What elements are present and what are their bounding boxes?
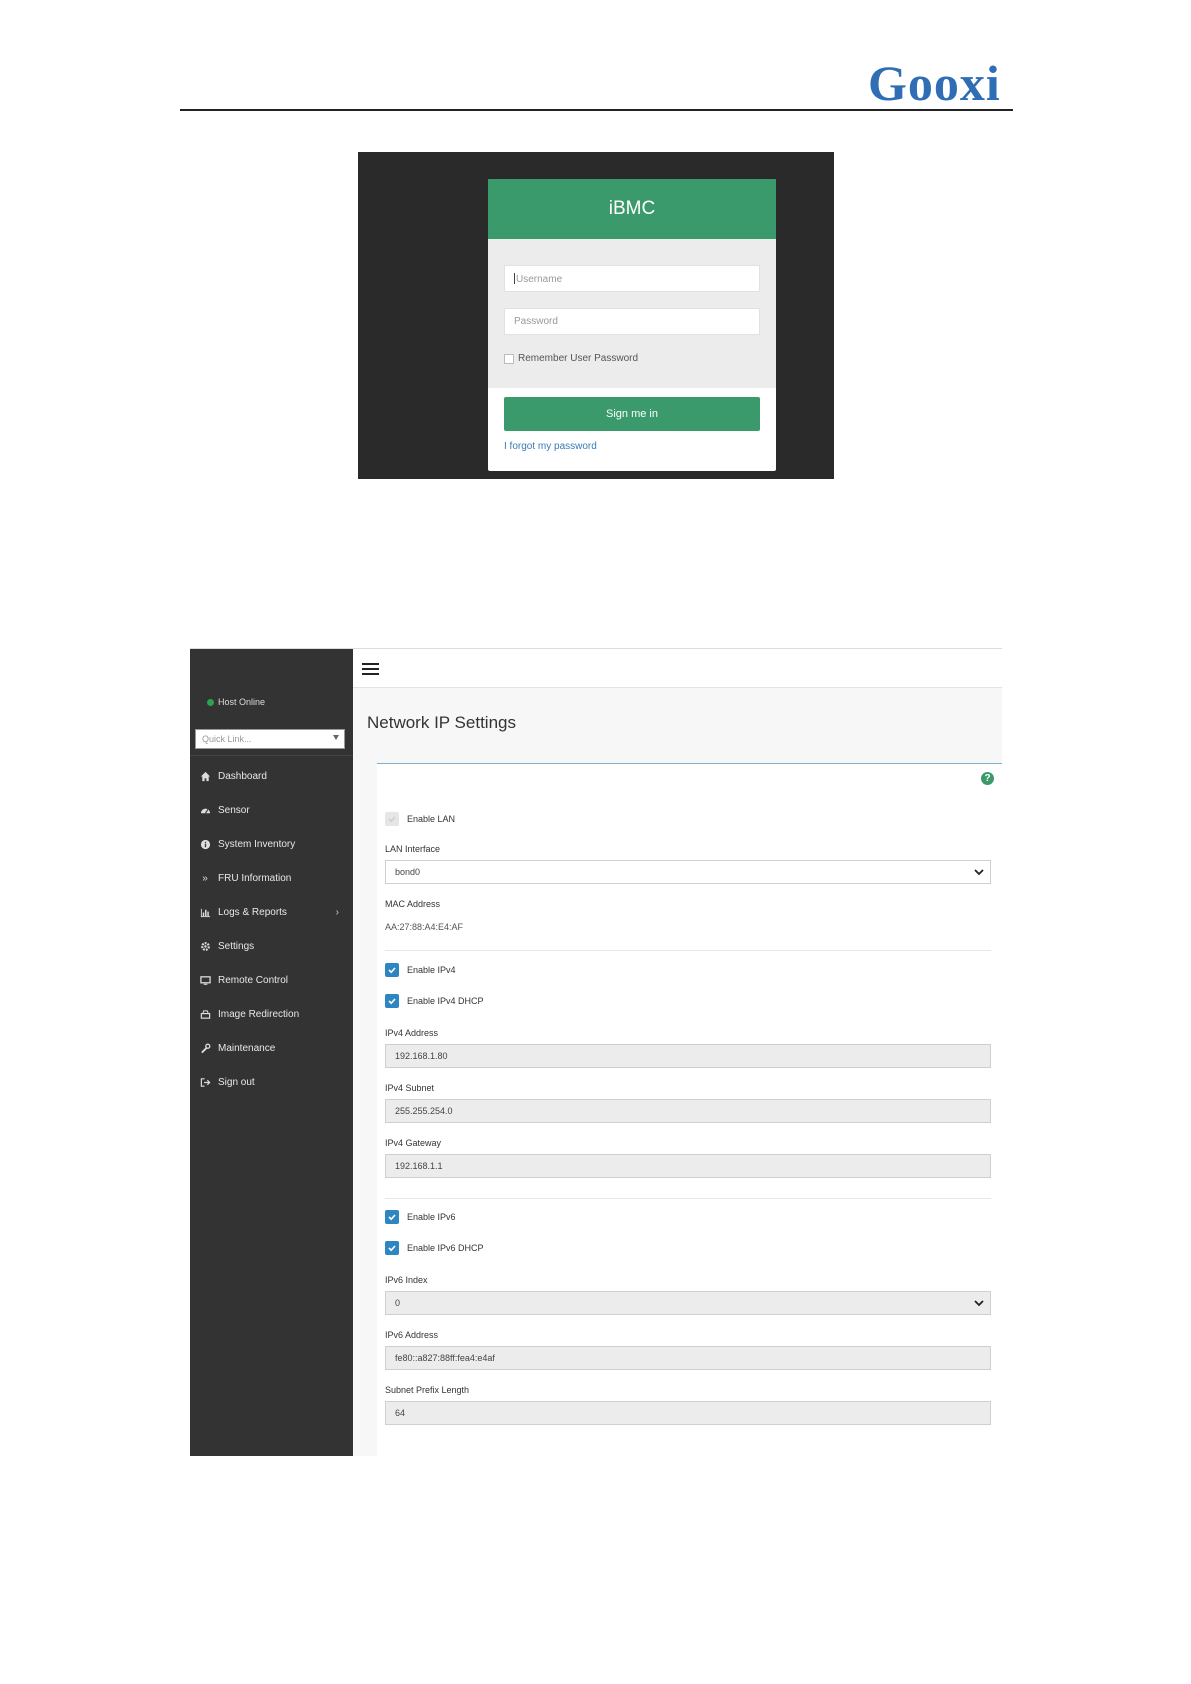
enable-lan-toggle[interactable]: Enable LAN xyxy=(385,812,455,826)
top-bar xyxy=(353,649,1002,688)
sidebar-item-dashboard[interactable]: Dashboard xyxy=(190,759,353,793)
ipv6-index-select[interactable]: 0 xyxy=(385,1291,991,1315)
sidebar-item-sensor[interactable]: Sensor xyxy=(190,793,353,827)
login-form-body: Username Password Remember User Password xyxy=(488,239,776,388)
ipv4-address-field[interactable]: 192.168.1.80 xyxy=(385,1044,991,1068)
double-chevron-icon: » xyxy=(202,872,208,884)
sidebar-item-settings[interactable]: Settings xyxy=(190,929,353,963)
enable-ipv4-dhcp-toggle[interactable]: Enable IPv4 DHCP xyxy=(385,994,484,1008)
enable-ipv4-toggle[interactable]: Enable IPv4 xyxy=(385,963,456,977)
sidebar-item-label: Sign out xyxy=(218,1076,255,1088)
ipv6-index-value: 0 xyxy=(395,1298,401,1308)
username-input[interactable]: Username xyxy=(504,265,760,292)
sidebar-item-label: Sensor xyxy=(218,804,250,816)
lan-interface-value: bond0 xyxy=(395,867,421,877)
mac-address-label: MAC Address xyxy=(385,899,441,909)
chevron-down-icon xyxy=(974,1300,984,1307)
hamburger-menu-icon[interactable] xyxy=(362,663,379,678)
sidebar-item-system-inventory[interactable]: System Inventory xyxy=(190,827,353,861)
enable-ipv6-checkbox[interactable] xyxy=(385,1210,399,1224)
help-icon[interactable]: ? xyxy=(981,772,994,785)
enable-ipv4-dhcp-checkbox[interactable] xyxy=(385,994,399,1008)
chevron-down-icon xyxy=(974,869,984,876)
quick-link-placeholder: Quick Link... xyxy=(202,734,252,744)
enable-ipv6-dhcp-toggle[interactable]: Enable IPv6 DHCP xyxy=(385,1241,484,1255)
subnet-prefix-field[interactable]: 64 xyxy=(385,1401,991,1425)
login-title: iBMC xyxy=(488,179,776,239)
sidebar-item-logs-reports[interactable]: Logs & Reports › xyxy=(190,895,353,929)
ipv4-subnet-field[interactable]: 255.255.254.0 xyxy=(385,1099,991,1123)
sidebar-item-label: Maintenance xyxy=(218,1042,276,1054)
lan-interface-select[interactable]: bond0 xyxy=(385,860,991,884)
sidebar-item-sign-out[interactable]: Sign out xyxy=(190,1065,353,1099)
chevron-right-icon: › xyxy=(335,906,339,918)
enable-ipv6-dhcp-checkbox[interactable] xyxy=(385,1241,399,1255)
gooxi-logo: Gooxi xyxy=(868,55,1001,111)
enable-ipv6-toggle[interactable]: Enable IPv6 xyxy=(385,1210,456,1224)
sign-out-icon xyxy=(199,1076,211,1088)
sidebar-item-remote-control[interactable]: Remote Control xyxy=(190,963,353,997)
ipv6-index-label: IPv6 Index xyxy=(385,1275,428,1285)
sidebar-item-fru-information[interactable]: » FRU Information xyxy=(190,861,353,895)
forgot-password-link[interactable]: I forgot my password xyxy=(504,441,597,452)
sidebar-item-label: FRU Information xyxy=(218,872,292,884)
info-icon xyxy=(199,838,211,850)
enable-ipv6-dhcp-label: Enable IPv6 DHCP xyxy=(407,1243,484,1253)
mac-address-value: AA:27:88:A4:E4:AF xyxy=(385,922,464,932)
sidebar-item-label: Image Redirection xyxy=(218,1008,300,1020)
password-placeholder: Password xyxy=(514,316,558,327)
remember-label: Remember User Password xyxy=(518,353,639,364)
bar-chart-icon xyxy=(199,906,211,918)
sidebar-item-label: Remote Control xyxy=(218,974,289,986)
login-screenshot: iBMC Username Password Remember User Pas… xyxy=(358,152,834,479)
sidebar-item-label: Dashboard xyxy=(218,770,267,782)
status-dot-icon xyxy=(207,698,214,706)
sidebar-divider xyxy=(190,755,353,756)
ipv4-gateway-label: IPv4 Gateway xyxy=(385,1138,442,1148)
sign-in-button[interactable]: Sign me in xyxy=(504,397,760,431)
enable-lan-checkbox[interactable] xyxy=(385,812,399,826)
remember-checkbox[interactable] xyxy=(504,353,514,364)
text-caret xyxy=(514,273,515,284)
home-icon xyxy=(199,770,211,782)
login-card: iBMC Username Password Remember User Pas… xyxy=(488,179,776,471)
sidebar: Host Online Quick Link... Dashboard Sens… xyxy=(190,649,353,1456)
section-divider xyxy=(385,950,991,951)
sidebar-nav: Dashboard Sensor System Inventory » FRU … xyxy=(190,759,353,1099)
sidebar-item-maintenance[interactable]: Maintenance xyxy=(190,1031,353,1065)
dropdown-arrow-icon xyxy=(333,735,339,740)
host-status-label: Host Online xyxy=(218,697,266,707)
enable-ipv4-label: Enable IPv4 xyxy=(407,965,456,975)
sidebar-item-label: System Inventory xyxy=(218,838,296,850)
ipv6-address-field[interactable]: fe80::a827:88ff:fea4:e4af xyxy=(385,1346,991,1370)
enable-ipv4-checkbox[interactable] xyxy=(385,963,399,977)
network-settings-panel: ? Enable LAN LAN Interface bond0 MAC Add… xyxy=(377,763,1002,1456)
host-status: Host Online xyxy=(207,697,265,707)
header-divider xyxy=(180,109,1013,111)
lan-interface-label: LAN Interface xyxy=(385,844,441,854)
quick-link-select[interactable]: Quick Link... xyxy=(195,729,345,749)
remember-password[interactable]: Remember User Password xyxy=(504,353,638,364)
enable-lan-label: Enable LAN xyxy=(407,814,456,824)
sidebar-item-image-redirection[interactable]: Image Redirection xyxy=(190,997,353,1031)
username-placeholder: Username xyxy=(516,274,563,285)
ipv4-gateway-field[interactable]: 192.168.1.1 xyxy=(385,1154,991,1178)
network-settings-screenshot: Host Online Quick Link... Dashboard Sens… xyxy=(190,648,1002,1456)
section-divider xyxy=(385,1198,991,1199)
page-title: Network IP Settings xyxy=(367,713,516,732)
subnet-prefix-label: Subnet Prefix Length xyxy=(385,1385,470,1395)
gear-icon xyxy=(199,940,211,952)
monitor-icon xyxy=(199,974,211,986)
wrench-icon xyxy=(199,1042,211,1054)
ipv4-address-label: IPv4 Address xyxy=(385,1028,439,1038)
drive-icon xyxy=(199,1008,211,1020)
enable-ipv4-dhcp-label: Enable IPv4 DHCP xyxy=(407,996,484,1006)
sidebar-item-label: Settings xyxy=(218,940,255,952)
ipv4-subnet-label: IPv4 Subnet xyxy=(385,1083,435,1093)
password-input[interactable]: Password xyxy=(504,308,760,335)
gauge-icon xyxy=(199,804,211,816)
enable-ipv6-label: Enable IPv6 xyxy=(407,1212,456,1222)
ipv6-address-label: IPv6 Address xyxy=(385,1330,439,1340)
sidebar-item-label: Logs & Reports xyxy=(218,906,287,918)
